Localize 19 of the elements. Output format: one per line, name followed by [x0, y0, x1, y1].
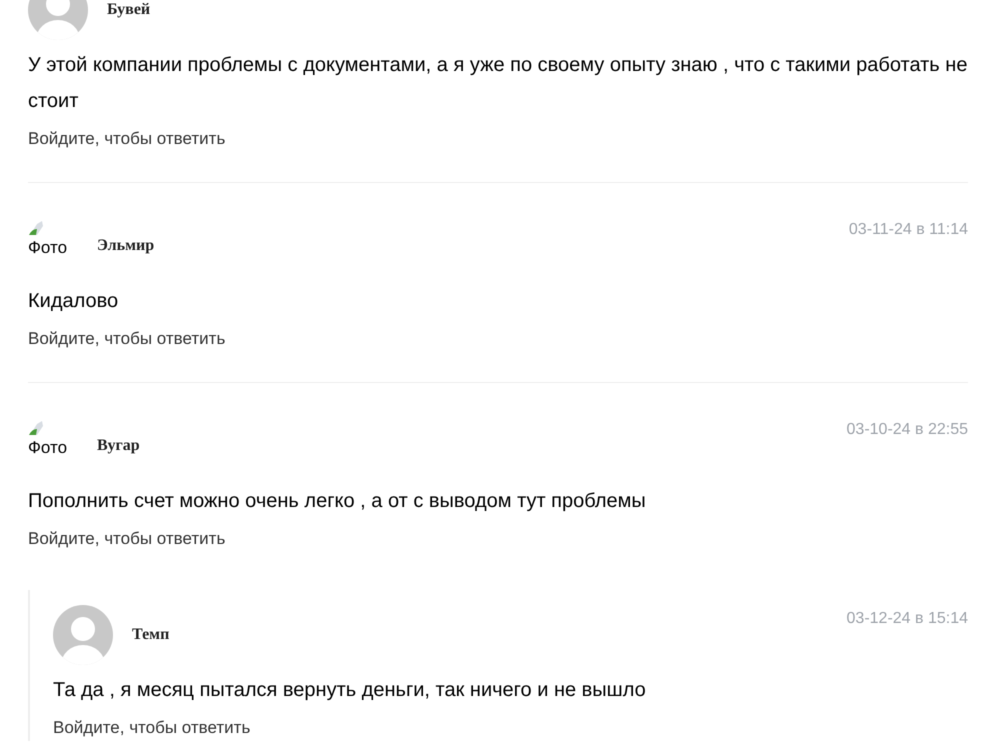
comment-date: 03-11-24 в 11:14: [848, 220, 968, 240]
comment-date: 03-12-24 в 15:14: [846, 609, 968, 629]
reply-link[interactable]: Войдите, чтобы ответить: [28, 529, 226, 549]
comment-text: У этой компании проблемы с документами, а я уже по своему опыту знаю , что с такими работать не стоит: [28, 53, 968, 114]
author-name: Бувей: [107, 0, 150, 20]
comment-text: Пополнить счет можно очень легко , а от с выводом тут проблемы: [28, 489, 647, 514]
comment-text: Та да , я месяц пытался вернуть деньги, так ничего и не вышло: [53, 678, 647, 703]
author-name: Вугар: [97, 436, 140, 456]
reply-link[interactable]: Войдите, чтобы ответить: [53, 718, 250, 738]
comment-text: Кидалово: [28, 289, 120, 314]
broken-image-icon: [28, 420, 44, 436]
author-name: Эльмир: [97, 236, 154, 256]
reply-link[interactable]: Войдите, чтобы ответить: [28, 329, 226, 349]
broken-image-icon: [28, 220, 44, 236]
comment-date: 03-10-24 в 22:55: [846, 420, 968, 440]
author-name: Темп: [132, 625, 170, 645]
avatar-alt-text: Фото: [28, 438, 68, 458]
avatar-alt-text: Фото: [28, 238, 68, 258]
reply-link[interactable]: Войдите, чтобы ответить: [28, 129, 226, 149]
